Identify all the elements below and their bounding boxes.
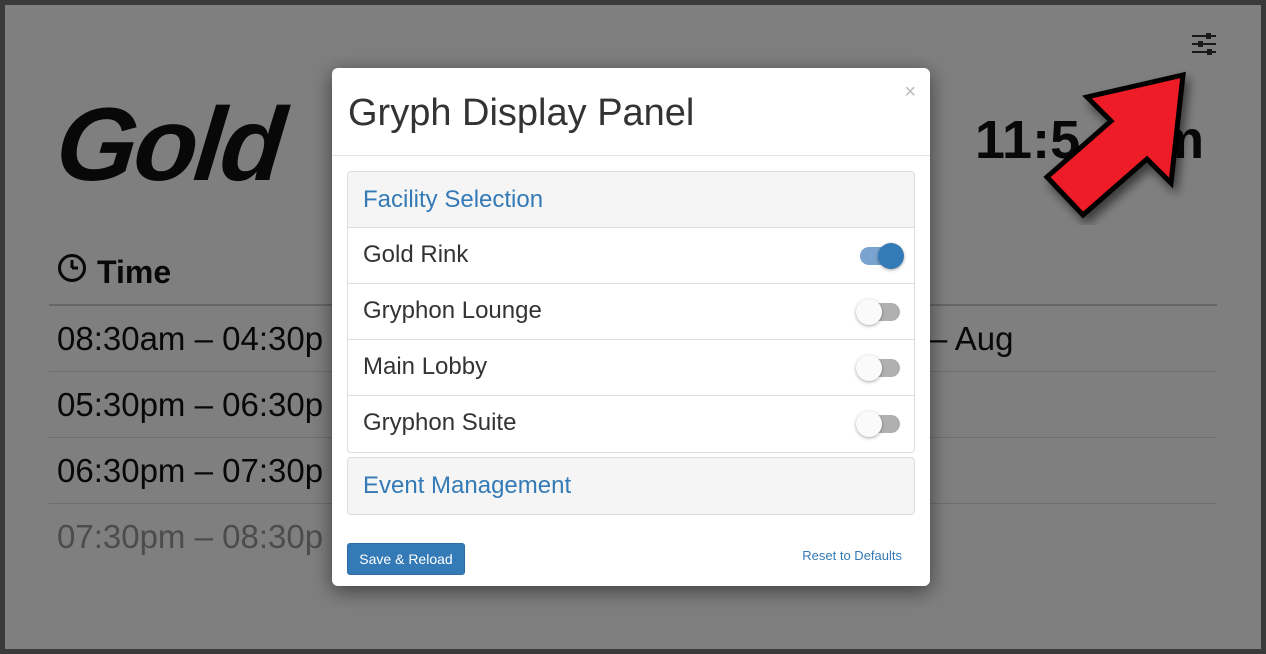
toggle-switch[interactable] (860, 243, 904, 269)
toggle-switch[interactable] (856, 299, 900, 325)
modal-title: Gryph Display Panel (348, 92, 695, 134)
facility-selection-heading[interactable]: Facility Selection (348, 172, 914, 228)
toggle-switch[interactable] (856, 355, 900, 381)
save-reload-button[interactable]: Save & Reload (347, 543, 465, 575)
display-panel-modal: Gryph Display Panel × Facility Selection… (332, 68, 930, 586)
screenshot-frame: Gold 11:5m Time 08:30am – 04:30p – Aug 0… (5, 5, 1261, 649)
facility-item-main-lobby: Main Lobby (348, 340, 914, 396)
facility-label: Gryphon Lounge (363, 297, 542, 324)
facility-item-gryphon-lounge: Gryphon Lounge (348, 284, 914, 340)
event-management-heading[interactable]: Event Management (348, 458, 914, 514)
facility-item-gold-rink: Gold Rink (348, 228, 914, 284)
red-arrow-annotation-icon (1043, 71, 1186, 219)
facility-label: Gryphon Suite (363, 409, 517, 436)
modal-header: Gryph Display Panel × (332, 68, 930, 156)
facility-item-gryphon-suite: Gryphon Suite (348, 396, 914, 452)
toggle-switch[interactable] (856, 411, 900, 437)
close-icon[interactable]: × (904, 82, 916, 102)
event-management-panel: Event Management (347, 457, 915, 515)
facility-label: Main Lobby (363, 353, 488, 380)
facility-label: Gold Rink (363, 241, 469, 268)
facility-selection-panel: Facility Selection Gold Rink Gryphon Lou… (347, 171, 915, 453)
reset-defaults-link[interactable]: Reset to Defaults (802, 548, 902, 563)
